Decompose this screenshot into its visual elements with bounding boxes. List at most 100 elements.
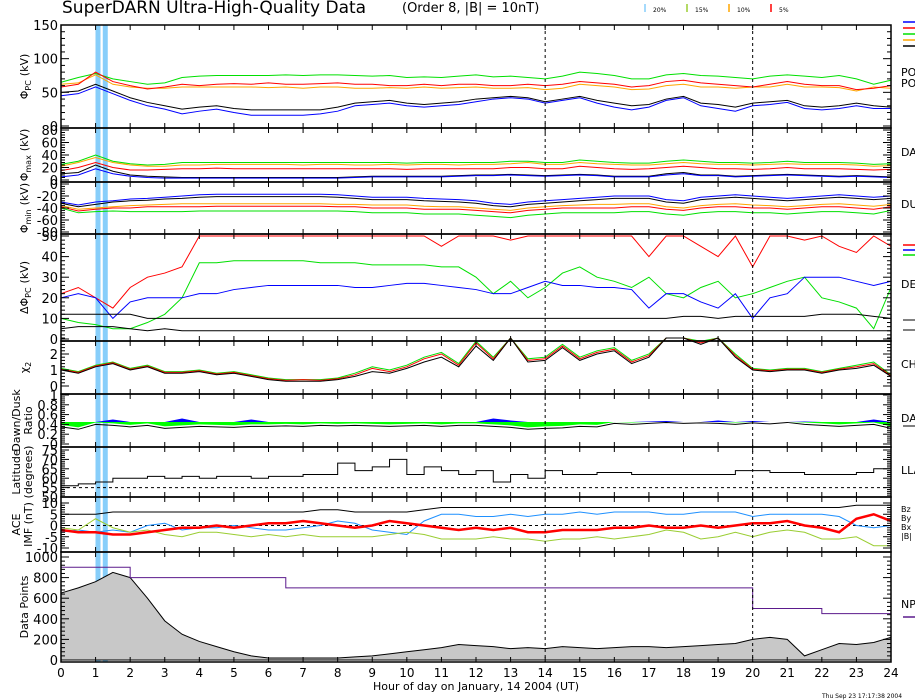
- y-label-main: Data Points: [18, 575, 31, 638]
- panel-data_points: 02004006008001000Data Points: [18, 551, 892, 669]
- panel-dawn_dusk_ratio: 00.20.40.60.81Dawn/Dusk Ratio: [10, 389, 892, 453]
- y-label-sub: min: [24, 209, 33, 224]
- y-label-sub: max: [24, 155, 33, 173]
- chart-subtitle: (Order 8, |B| = 10nT): [402, 1, 539, 16]
- y-label-sub: PC: [24, 80, 33, 91]
- x-tick-label: 11: [434, 666, 449, 680]
- y-tick-label: 20: [41, 292, 58, 307]
- y-tick-label: 800: [33, 572, 58, 587]
- y-label-unit: (degrees): [22, 446, 35, 499]
- panel-phi_pc: 050100150ΦPC(kV): [18, 19, 892, 135]
- series-black-upper: [61, 313, 892, 319]
- y-label-unit: (kV): [18, 183, 31, 205]
- series-B-magnitude: [61, 504, 891, 515]
- series-blue: [60, 86, 891, 116]
- x-tick-label: 15: [572, 666, 587, 680]
- y-tick-label: 100: [33, 53, 58, 68]
- highlight-band: [102, 25, 108, 662]
- x-tick-label: 13: [503, 666, 518, 680]
- y-tick-label: 0: [50, 178, 58, 193]
- y-tick-label: 1: [50, 389, 58, 404]
- panel-frame: [60, 127, 892, 183]
- panel-phi_max: 020406080Φmax(kV): [18, 124, 892, 189]
- y-label-sub: PC: [24, 287, 33, 298]
- series-green: [60, 154, 892, 166]
- x-tick-label: 19: [710, 666, 725, 680]
- y-axis-label: Φmin (kV): [18, 183, 33, 233]
- y-label-main: Φ: [18, 90, 31, 99]
- imf-legend-2: Bx: [901, 523, 911, 532]
- x-tick-label: 8: [334, 666, 342, 680]
- x-tick-label: 3: [161, 666, 169, 680]
- series-black-lower: [60, 326, 891, 332]
- y-tick-label: 75: [41, 444, 58, 459]
- y-tick-label: 50: [41, 86, 58, 101]
- series-red: [60, 161, 892, 172]
- plot-area: 050100150ΦPC(kV)020406080Φmax(kV)-80-60-…: [10, 19, 899, 680]
- y-tick-label: 30: [41, 271, 58, 286]
- x-tick-label: 23: [849, 666, 864, 680]
- right-label-p4: DE: [901, 278, 915, 291]
- x-tick-label: 2: [126, 666, 134, 680]
- series-count-fill: [60, 571, 892, 661]
- panel-chi2: 012χ2: [18, 337, 892, 395]
- y-axis-label: ΦPC (kV): [18, 54, 33, 100]
- y-axis-label: Φmax (kV): [18, 129, 33, 182]
- y-tick-label: 200: [33, 633, 58, 648]
- imf-legend-0: Bz: [901, 505, 911, 514]
- x-tick-label: 21: [780, 666, 795, 680]
- series-fill-below: [61, 421, 891, 428]
- panel-ace_imf: -10-50510ACE IMF (nT): [10, 496, 892, 557]
- y-label-main: ΔΦ: [18, 298, 31, 315]
- legend-label: 5%: [779, 7, 789, 14]
- right-label-p3: DU: [901, 198, 915, 211]
- chart-title: SuperDARN Ultra-High-Quality Data: [62, 0, 366, 18]
- y-tick-label: 10: [41, 497, 58, 512]
- y-tick-label: 10: [41, 312, 58, 327]
- y-label-unit: (kV): [18, 54, 31, 76]
- right-label-p9: NP: [901, 598, 915, 611]
- right-label-p1b: PO: [901, 77, 915, 90]
- panel-frame: [60, 233, 892, 342]
- series-green: [60, 71, 892, 85]
- x-axis-title: Hour of day on January, 14 2004 (UT): [373, 680, 579, 693]
- series-NP: [61, 566, 891, 615]
- x-tick-label: 22: [814, 666, 829, 680]
- imf-legend-1: By: [901, 514, 911, 523]
- y-label-unit: (kV): [18, 261, 31, 283]
- x-tick-label: 0: [57, 666, 65, 680]
- x-tick-label: 4: [196, 666, 204, 680]
- x-tick-label: 20: [745, 666, 760, 680]
- y-tick-label: 0: [50, 333, 58, 348]
- series-blue: [60, 276, 892, 320]
- y-tick-label: 600: [33, 592, 58, 607]
- y-tick-label: 1000: [25, 551, 58, 566]
- series-black: [60, 83, 892, 111]
- series-fill-top: [61, 418, 891, 422]
- y-axis-label: ΔΦPC (kV): [18, 261, 33, 314]
- x-tick-label: 14: [538, 666, 553, 680]
- x-tick-label: 6: [265, 666, 273, 680]
- y-label-unit: IMF (nT): [22, 502, 35, 547]
- panel-delta_phi_pc: 0 10 20 30 40 50 ΔΦPC (kV): [18, 230, 892, 348]
- legend-label: 20%: [653, 7, 667, 14]
- x-tick-label: 9: [368, 666, 376, 680]
- y-label-unit: (kV): [18, 129, 31, 151]
- series-blue: [60, 168, 892, 179]
- y-tick-label: 80: [41, 124, 58, 139]
- y-label-sub: 2: [24, 362, 33, 367]
- y-tick-label: 150: [33, 19, 58, 34]
- x-tick-label: 16: [607, 666, 622, 680]
- y-tick-label: 1: [50, 364, 58, 379]
- x-tick-label: 5: [230, 666, 238, 680]
- y-label-main: Φ: [18, 224, 31, 233]
- right-labels: POPODA'DUDECHDA'LLANPBzByBx|B|: [901, 21, 915, 618]
- series-black: [61, 458, 892, 487]
- x-tick-label: 18: [676, 666, 691, 680]
- y-tick-label: 40: [41, 251, 58, 266]
- y-tick-label: 2: [50, 348, 58, 363]
- timestamp: Thu Sep 23 17:17:38 2004: [821, 693, 902, 700]
- right-label-p7: LLA: [901, 464, 915, 477]
- x-tick-label: 10: [399, 666, 414, 680]
- panel-phi_min: -80-60-40-200Φmin(kV): [18, 178, 892, 241]
